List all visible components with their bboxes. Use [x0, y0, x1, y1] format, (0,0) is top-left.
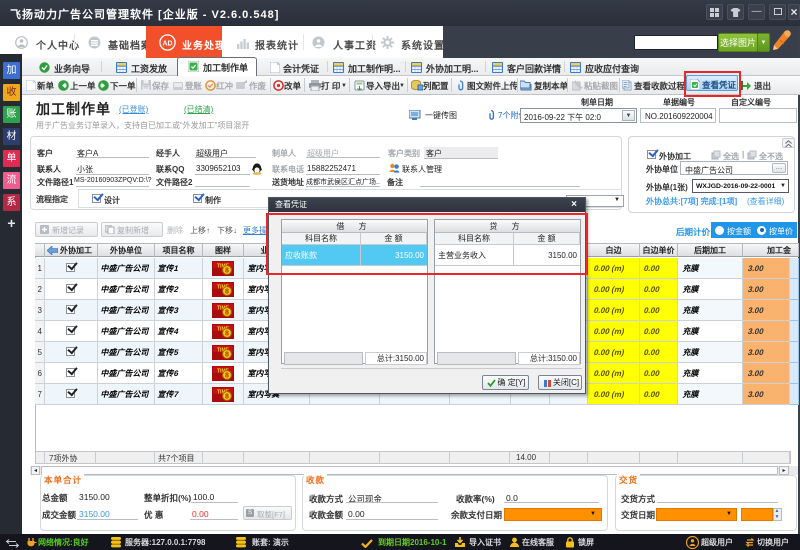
- svg-text:8: 8: [225, 309, 229, 316]
- svg-text:AD: AD: [162, 41, 172, 48]
- svg-text:8: 8: [225, 351, 229, 358]
- svg-text:8: 8: [225, 330, 229, 337]
- svg-text:8: 8: [225, 393, 229, 400]
- svg-text:8: 8: [225, 288, 229, 295]
- svg-text:8: 8: [225, 267, 229, 274]
- svg-text:8: 8: [225, 372, 229, 379]
